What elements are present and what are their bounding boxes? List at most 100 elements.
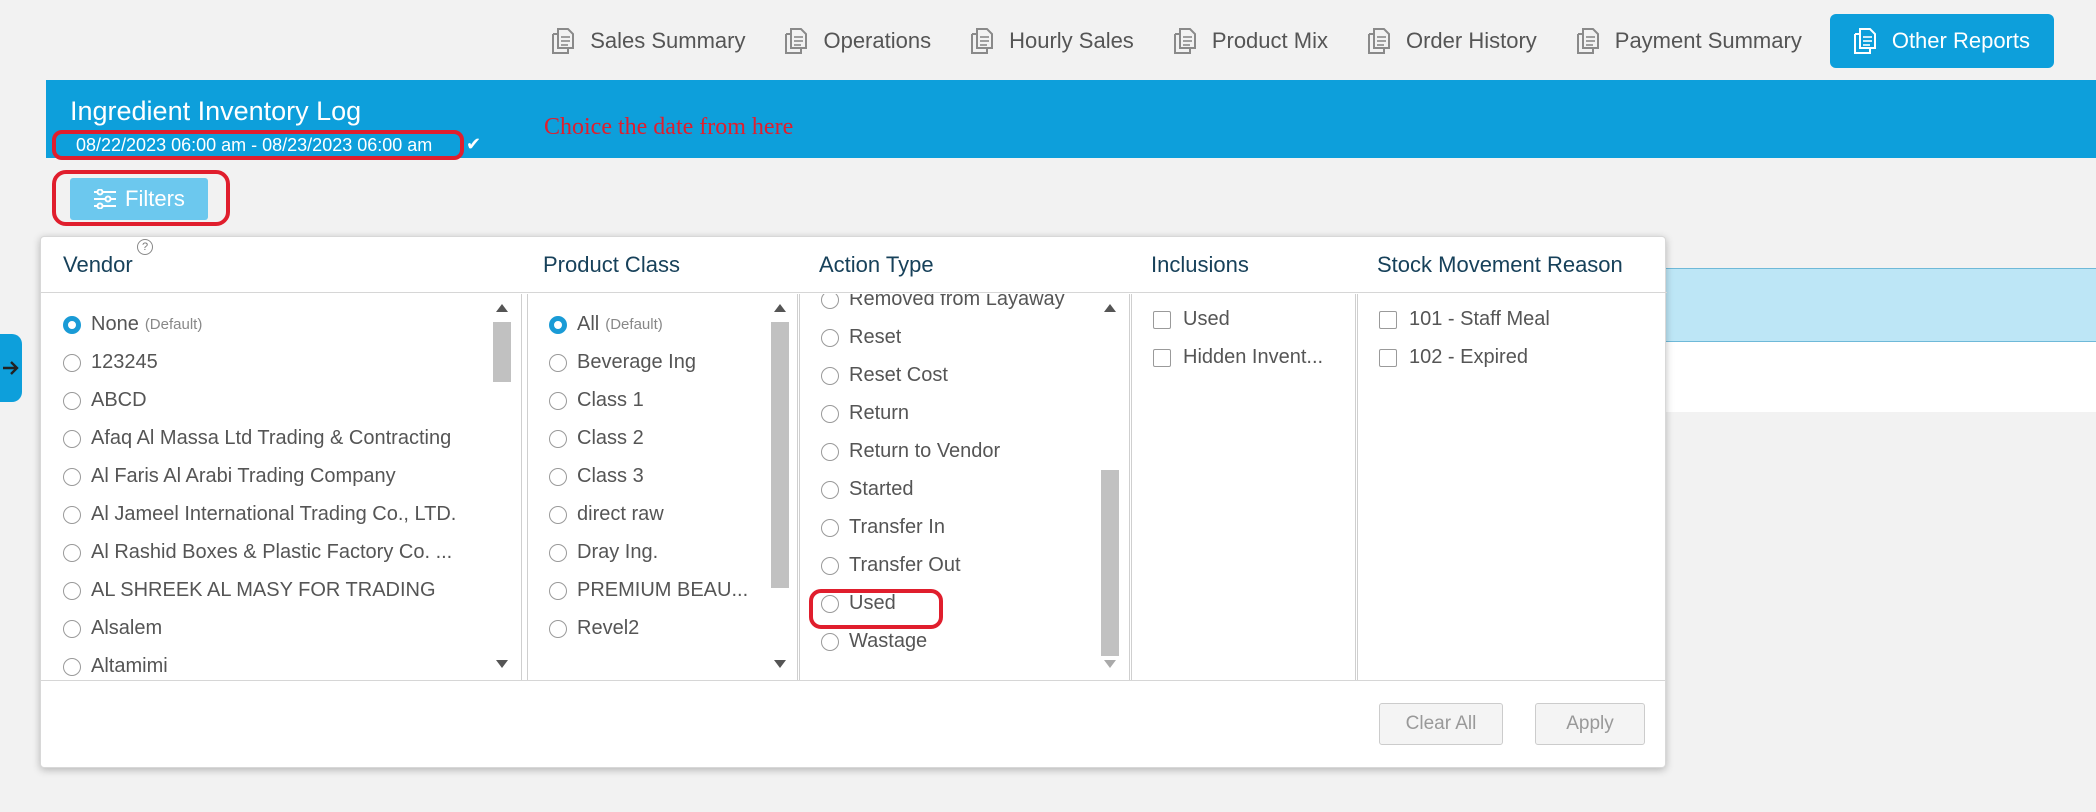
checkbox[interactable]: [1153, 348, 1171, 367]
scroll-up-icon[interactable]: [774, 304, 786, 312]
checkbox-option[interactable]: 102 - Expired: [1379, 346, 1659, 369]
radio-option[interactable]: Wastage: [821, 630, 1097, 653]
checkbox-option[interactable]: 101 - Staff Meal: [1379, 308, 1659, 331]
radio-option[interactable]: Beverage Ing: [549, 351, 765, 374]
option-label: Al Faris Al Arabi Trading Company: [91, 465, 396, 487]
radio-option[interactable]: Return to Vendor: [821, 440, 1097, 463]
filters-button[interactable]: Filters: [70, 178, 208, 220]
radio-button[interactable]: [821, 328, 839, 347]
radio-button[interactable]: [549, 315, 567, 334]
radio-option[interactable]: AL SHREEK AL MASY FOR TRADING: [63, 579, 483, 602]
document-copy-icon: [785, 28, 808, 54]
inclusions-header-label: Inclusions: [1151, 251, 1249, 277]
radio-button[interactable]: [63, 467, 81, 486]
help-icon[interactable]: ?: [137, 239, 153, 255]
scroll-thumb[interactable]: [771, 322, 789, 588]
radio-option[interactable]: Reset: [821, 326, 1097, 349]
radio-option[interactable]: Revel2: [549, 617, 765, 640]
radio-button[interactable]: [821, 632, 839, 651]
apply-button[interactable]: Apply: [1535, 703, 1645, 745]
action-type-scrollbar[interactable]: [1099, 300, 1121, 672]
radio-button[interactable]: [63, 619, 81, 638]
radio-option[interactable]: Class 1: [549, 389, 765, 412]
date-range-picker[interactable]: 08/22/2023 06:00 am - 08/23/2023 06:00 a…: [52, 130, 464, 160]
nav-tab-product-mix[interactable]: Product Mix: [1154, 14, 1348, 68]
nav-tab-operations[interactable]: Operations: [765, 14, 951, 68]
report-header: Ingredient Inventory Log 08/22/2023 06:0…: [46, 80, 2096, 160]
radio-option[interactable]: Afaq Al Massa Ltd Trading & Contracting: [63, 427, 483, 450]
radio-button[interactable]: [63, 657, 81, 676]
radio-button[interactable]: [549, 581, 567, 600]
sidebar-toggle[interactable]: [0, 334, 22, 402]
radio-button[interactable]: [821, 404, 839, 423]
radio-button[interactable]: [821, 556, 839, 575]
option-label: All: [577, 313, 600, 335]
radio-button[interactable]: [63, 429, 81, 448]
checkbox-option[interactable]: Used: [1153, 308, 1349, 331]
radio-option[interactable]: Al Jameel International Trading Co., LTD…: [63, 503, 483, 526]
radio-option[interactable]: Class 3: [549, 465, 765, 488]
scroll-up-icon[interactable]: [1104, 304, 1116, 312]
radio-option[interactable]: Reset Cost: [821, 364, 1097, 387]
nav-tab-hourly-sales[interactable]: Hourly Sales: [951, 14, 1154, 68]
radio-button[interactable]: [821, 294, 839, 309]
radio-option[interactable]: PREMIUM BEAU...: [549, 579, 765, 602]
radio-button[interactable]: [549, 505, 567, 524]
radio-button[interactable]: [63, 391, 81, 410]
option-label: Hidden Invent...: [1183, 346, 1324, 368]
radio-option[interactable]: All (Default): [549, 313, 765, 336]
checkbox[interactable]: [1153, 310, 1171, 329]
scroll-thumb[interactable]: [1101, 470, 1119, 656]
nav-tab-payment-summary[interactable]: Payment Summary: [1557, 14, 1822, 68]
radio-option[interactable]: Alsalem: [63, 617, 483, 640]
vendor-header-label: Vendor: [63, 251, 133, 277]
nav-tab-order-history[interactable]: Order History: [1348, 14, 1557, 68]
radio-option[interactable]: Altamimi: [63, 655, 483, 678]
radio-option[interactable]: Transfer In: [821, 516, 1097, 539]
checkbox-option[interactable]: Hidden Invent...: [1153, 346, 1349, 369]
option-label: Afaq Al Massa Ltd Trading & Contracting: [91, 427, 452, 449]
radio-button[interactable]: [63, 505, 81, 524]
radio-option[interactable]: ABCD: [63, 389, 483, 412]
radio-option[interactable]: Removed from Layaway: [821, 294, 1097, 311]
radio-button[interactable]: [821, 518, 839, 537]
option-label: direct raw: [577, 503, 664, 525]
scroll-up-icon[interactable]: [496, 304, 508, 312]
radio-option[interactable]: Started: [821, 478, 1097, 501]
filters-button-label: Filters: [125, 186, 185, 211]
checkbox[interactable]: [1379, 310, 1397, 329]
scroll-down-icon[interactable]: [774, 660, 786, 668]
radio-option[interactable]: Dray Ing.: [549, 541, 765, 564]
radio-option[interactable]: Return: [821, 402, 1097, 425]
radio-option[interactable]: Al Rashid Boxes & Plastic Factory Co. ..…: [63, 541, 483, 564]
radio-button[interactable]: [63, 581, 81, 600]
radio-button[interactable]: [549, 353, 567, 372]
vendor-scrollbar[interactable]: [491, 300, 513, 672]
radio-button[interactable]: [63, 315, 81, 334]
radio-button[interactable]: [821, 480, 839, 499]
radio-option[interactable]: Transfer Out: [821, 554, 1097, 577]
scroll-down-icon[interactable]: [496, 660, 508, 668]
radio-button[interactable]: [549, 429, 567, 448]
radio-button[interactable]: [821, 442, 839, 461]
radio-option[interactable]: Al Faris Al Arabi Trading Company: [63, 465, 483, 488]
radio-option[interactable]: direct raw: [549, 503, 765, 526]
radio-option[interactable]: None (Default): [63, 313, 483, 336]
nav-tab-other-reports[interactable]: Other Reports: [1829, 14, 2054, 68]
radio-option[interactable]: 123245: [63, 351, 483, 374]
checkbox[interactable]: [1379, 348, 1397, 367]
product-class-scrollbar[interactable]: [769, 300, 791, 672]
scroll-thumb[interactable]: [493, 322, 511, 382]
radio-button[interactable]: [63, 543, 81, 562]
clear-all-button[interactable]: Clear All: [1379, 703, 1503, 745]
radio-button[interactable]: [63, 353, 81, 372]
radio-button[interactable]: [549, 543, 567, 562]
radio-button[interactable]: [549, 619, 567, 638]
radio-button[interactable]: [549, 391, 567, 410]
nav-tab-sales-summary[interactable]: Sales Summary: [532, 14, 765, 68]
radio-button[interactable]: [821, 366, 839, 385]
radio-button[interactable]: [549, 467, 567, 486]
arrow-right-icon: [3, 361, 19, 375]
radio-option[interactable]: Class 2: [549, 427, 765, 450]
scroll-down-icon[interactable]: [1104, 660, 1116, 668]
